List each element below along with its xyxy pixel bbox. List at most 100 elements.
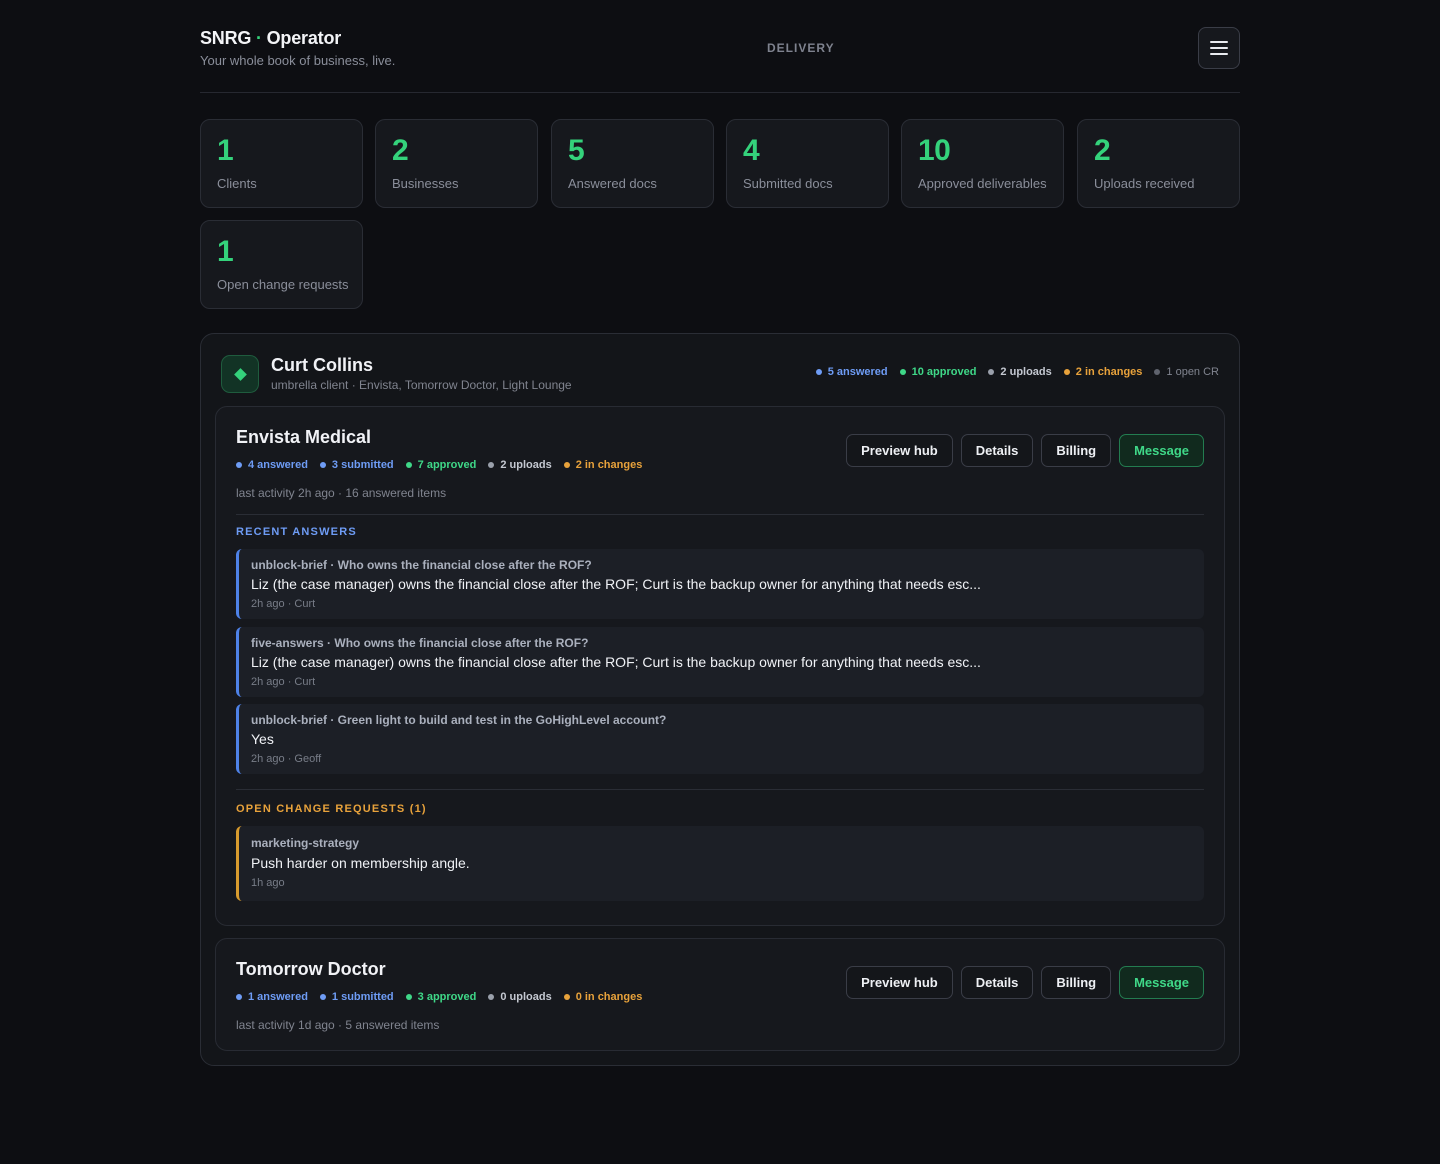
client-status-pills: 5 answered 10 approved 2 uploads 2 in ch…: [815, 366, 1219, 378]
diamond-icon: [221, 355, 259, 393]
pill-approved: 10 approved: [899, 366, 977, 378]
stat-card-submitted-docs: 4 Submitted docs: [726, 119, 889, 208]
dot-icon: [319, 462, 326, 468]
brand-sub: Operator: [266, 28, 342, 48]
pill-label: 2 in changes: [575, 459, 643, 471]
dot-icon: [236, 994, 242, 1000]
dot-icon: [1154, 369, 1161, 375]
billing-button[interactable]: Billing: [1041, 966, 1112, 999]
answer-text: Liz (the case manager) owns the financia…: [251, 654, 981, 670]
client-name: Curt Collins: [271, 355, 373, 375]
pill-changes: 0 in changes: [563, 991, 643, 1003]
business-actions: Preview hub Details Billing Message: [846, 434, 1204, 467]
preview-hub-button[interactable]: Preview hub: [846, 966, 953, 999]
dot-icon: [988, 369, 995, 375]
answer-item[interactable]: unblock-brief · Green light to build and…: [236, 704, 1204, 774]
pill-label: 1 submitted: [331, 991, 394, 1003]
stat-value: 2: [392, 134, 409, 167]
stat-card-clients: 1 Clients: [200, 119, 363, 208]
pill-label: 2 uploads: [1000, 366, 1052, 378]
pill-label: 3 submitted: [331, 459, 394, 471]
hamburger-icon-line: [1210, 47, 1228, 49]
business-actions: Preview hub Details Billing Message: [846, 966, 1204, 999]
stat-label: Clients: [217, 176, 257, 191]
pill-uploads: 0 uploads: [488, 991, 552, 1003]
pill-uploads: 2 uploads: [988, 366, 1052, 378]
change-request-doc: marketing-strategy: [251, 836, 360, 850]
dot-icon: [488, 462, 495, 468]
details-button[interactable]: Details: [960, 434, 1034, 467]
dot-icon: [405, 462, 412, 468]
tagline: Your whole book of business, live.: [200, 53, 396, 68]
business-status-pills: 1 answered 1 submitted 3 approved 0 uplo…: [236, 991, 642, 1003]
brand: SNRG · Operator: [200, 28, 341, 49]
stat-value: 2: [1094, 134, 1111, 167]
business-name: Tomorrow Doctor: [236, 959, 386, 979]
hamburger-icon-line: [1210, 41, 1228, 43]
preview-hub-button[interactable]: Preview hub: [846, 434, 953, 467]
business-name: Envista Medical: [236, 427, 372, 447]
hamburger-icon-line: [1210, 53, 1228, 55]
stat-card-businesses: 2 Businesses: [375, 119, 538, 208]
message-button[interactable]: Message: [1119, 966, 1204, 999]
pill-label: 2 in changes: [1075, 366, 1143, 378]
pill-open-cr: 1 open CR: [1154, 366, 1219, 378]
pill-label: 7 approved: [417, 459, 477, 471]
stat-value: 1: [217, 235, 234, 268]
business-meta: last activity 1d ago · 5 answered items: [236, 1018, 440, 1032]
menu-button[interactable]: [1198, 27, 1240, 69]
answer-item[interactable]: unblock-brief · Who owns the financial c…: [236, 549, 1204, 619]
pill-submitted: 1 submitted: [319, 991, 394, 1003]
dot-icon: [488, 994, 495, 1000]
stat-value: 10: [918, 134, 951, 167]
answer-item[interactable]: five-answers · Who owns the financial cl…: [236, 627, 1204, 697]
nav-delivery-label[interactable]: DELIVERY: [767, 41, 835, 55]
stat-label: Approved deliverables: [918, 176, 1047, 191]
stat-label: Submitted docs: [743, 176, 833, 191]
details-button[interactable]: Details: [960, 966, 1034, 999]
business-card-envista: Envista Medical 4 answered 3 submitted 7…: [215, 406, 1225, 926]
dot-icon: [563, 462, 570, 468]
stat-card-answered-docs: 5 Answered docs: [551, 119, 714, 208]
divider: [236, 514, 1204, 515]
open-change-requests-title: OPEN CHANGE REQUESTS (1): [236, 803, 427, 815]
stat-label: Answered docs: [568, 176, 657, 191]
stat-card-open-change-requests: 1 Open change requests: [200, 220, 363, 309]
dot-icon: [899, 369, 906, 375]
brand-main: SNRG: [200, 28, 252, 48]
divider: [236, 789, 1204, 790]
pill-changes: 2 in changes: [563, 459, 643, 471]
dot-icon: [405, 994, 412, 1000]
pill-answered: 4 answered: [236, 459, 308, 471]
answer-meta: 2h ago · Curt: [251, 598, 316, 610]
dot-icon: [319, 994, 326, 1000]
answer-question: unblock-brief · Who owns the financial c…: [251, 558, 592, 572]
stat-card-approved-deliverables: 10 Approved deliverables: [901, 119, 1064, 208]
stat-label: Businesses: [392, 176, 459, 191]
answer-question: unblock-brief · Green light to build and…: [251, 713, 667, 727]
pill-uploads: 2 uploads: [488, 459, 552, 471]
change-request-text: Push harder on membership angle.: [251, 855, 470, 871]
business-status-pills: 4 answered 3 submitted 7 approved 2 uplo…: [236, 459, 642, 471]
answer-text: Yes: [251, 731, 274, 747]
billing-button[interactable]: Billing: [1041, 434, 1112, 467]
brand-separator: ·: [251, 28, 267, 48]
change-request-item[interactable]: marketing-strategy Push harder on member…: [236, 826, 1204, 901]
answer-meta: 2h ago · Curt: [251, 676, 316, 688]
page: SNRG · Operator Your whole book of busin…: [200, 0, 1240, 1066]
pill-label: 1 answered: [248, 991, 308, 1003]
stat-value: 4: [743, 134, 760, 167]
stat-label: Uploads received: [1094, 176, 1195, 191]
pill-label: 0 in changes: [575, 991, 643, 1003]
pill-label: 3 approved: [417, 991, 477, 1003]
pill-label: 10 approved: [911, 366, 977, 378]
stat-card-uploads-received: 2 Uploads received: [1077, 119, 1240, 208]
pill-submitted: 3 submitted: [319, 459, 394, 471]
dot-icon: [563, 994, 570, 1000]
message-button[interactable]: Message: [1119, 434, 1204, 467]
business-card-tomorrow-doctor: Tomorrow Doctor 1 answered 1 submitted 3…: [215, 938, 1225, 1051]
answer-meta: 2h ago · Geoff: [251, 753, 322, 765]
pill-answered: 5 answered: [815, 366, 888, 378]
pill-label: 0 uploads: [500, 991, 552, 1003]
answer-text: Liz (the case manager) owns the financia…: [251, 576, 981, 592]
